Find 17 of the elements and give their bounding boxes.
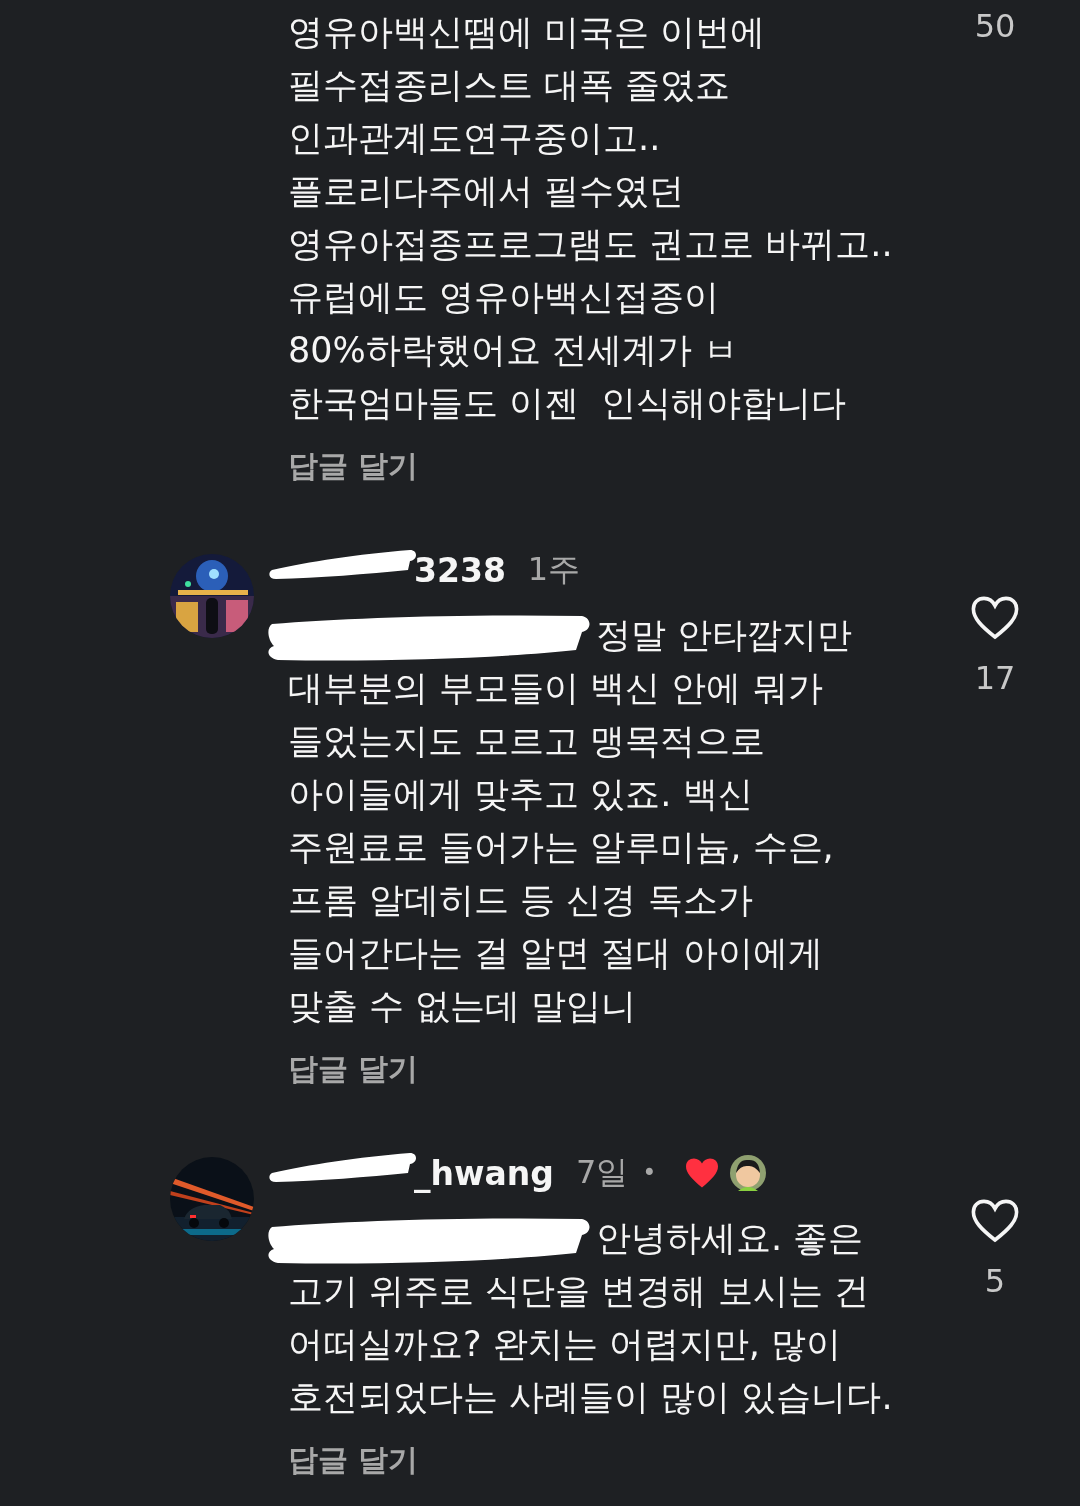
- comment-text: 영유아백신땜에 미국은 이번에 필수접종리스트 대폭 줄였죠 인과관계도연구중이고.. 플로리다주에서 필수였던 영유아접종프로그램도 권고로 바뀌고.. 유럽에도 영유아백신접종이 80%하락했어요 전세계가 ㅂ 한국엄마들도 이젠 인식해야합니다: [288, 11, 894, 425]
- timestamp: 7일: [575, 1152, 629, 1193]
- separator: •: [642, 1159, 657, 1187]
- reply-link[interactable]: 답글 달기: [288, 1440, 419, 1480]
- comment-text: 정말 안타깝지만 대부분의 부모들이 백신 안에 뭐가 들었는지도 모르고 맹목적으로 아이들에게 맞추고 있죠. 백신 주원료로 들어가는 알루미늄, 수은, 프롬 알데히드 등 신경 독소가 들어간다는 걸 알면 절대 아이에게 맞출 수 없는데 말입니: [288, 609, 948, 1033]
- like-icon[interactable]: [971, 596, 1019, 640]
- username[interactable]: _hwang: [414, 1153, 554, 1193]
- creator-avatar-icon: [730, 1155, 767, 1191]
- timestamp: 1주: [527, 549, 581, 590]
- like-count: 17: [974, 658, 1016, 698]
- reply-link[interactable]: 답글 달기: [288, 1049, 419, 1089]
- like-count: 5: [984, 1261, 1006, 1301]
- like-count: 50: [974, 6, 1016, 46]
- like-icon[interactable]: [971, 1199, 1019, 1243]
- reply-link[interactable]: 답글 달기: [288, 446, 419, 486]
- username[interactable]: 3238: [414, 550, 506, 590]
- comment-text: 안녕하세요. 좋은 고기 위주로 식단을 변경해 보시는 건 어떠실까요? 완치는 어렵지만, 많이 호전되었다는 사례들이 많이 있습니다.: [288, 1212, 948, 1424]
